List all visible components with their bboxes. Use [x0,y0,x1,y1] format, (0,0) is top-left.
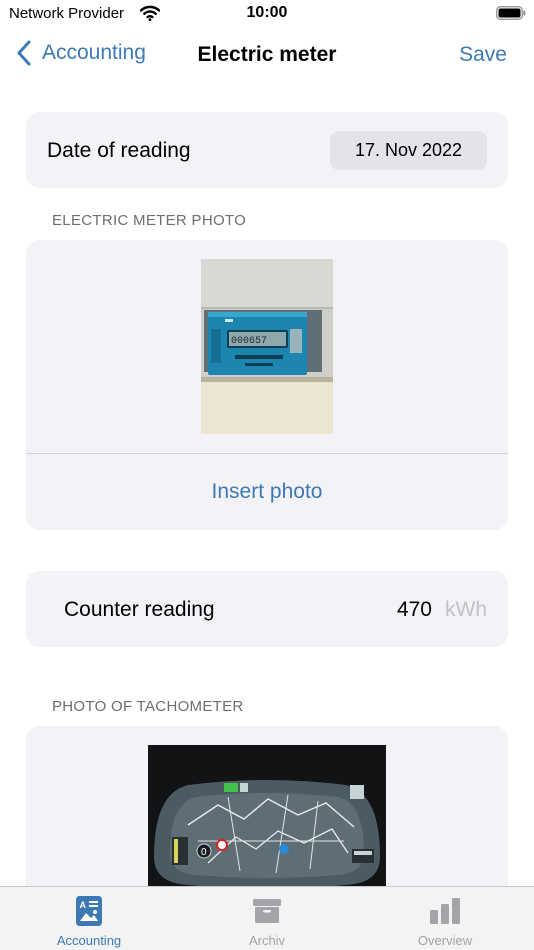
save-button[interactable]: Save [459,43,507,67]
tachometer-photo[interactable]: 0 [148,745,386,905]
counter-label: Counter reading [64,598,215,621]
status-bar: Network Provider 10:00 [0,0,534,28]
svg-text:A: A [80,900,87,910]
tab-archiv[interactable]: Archiv [178,887,356,950]
tab-label-archiv: Archiv [248,933,286,948]
counter-value-field[interactable]: 470 [397,598,432,622]
navigation-bar: Accounting Electric meter Save [0,28,534,84]
electric-meter-photo[interactable]: 000657 [201,259,333,434]
date-picker[interactable]: 17. Nov 2022 [330,131,487,170]
tab-label-overview: Overview [417,933,473,948]
date-row: Date of reading 17. Nov 2022 [26,112,508,188]
tab-label-accounting: Accounting [56,933,122,948]
battery-icon [496,6,526,20]
tab-overview[interactable]: Overview [356,887,534,950]
svg-text:0: 0 [201,847,207,858]
section-header-meter-photo: ELECTRIC METER PHOTO [52,212,247,229]
tab-bar: A Accounting Archiv Overview [0,886,534,950]
accounting-icon: A [76,896,102,926]
archive-box-icon [253,899,281,923]
tab-accounting[interactable]: A Accounting [0,887,178,950]
counter-reading-row: Counter reading 470 kWh [26,571,508,647]
back-button[interactable]: Accounting [16,40,146,66]
insert-photo-button[interactable]: Insert photo [26,454,508,530]
status-time: 10:00 [246,4,288,21]
counter-unit: kWh [445,598,487,621]
section-header-tachometer-photo: PHOTO OF TACHOMETER [52,698,244,715]
meter-photo-card: 000657 Insert photo [26,240,508,530]
date-label: Date of reading [47,139,191,162]
chevron-left-icon [17,40,31,66]
svg-text:000657: 000657 [231,336,267,347]
back-label: Accounting [42,41,146,64]
screen: Network Provider 10:00 Accounting Electr… [0,0,534,950]
bar-chart-icon [430,898,460,924]
